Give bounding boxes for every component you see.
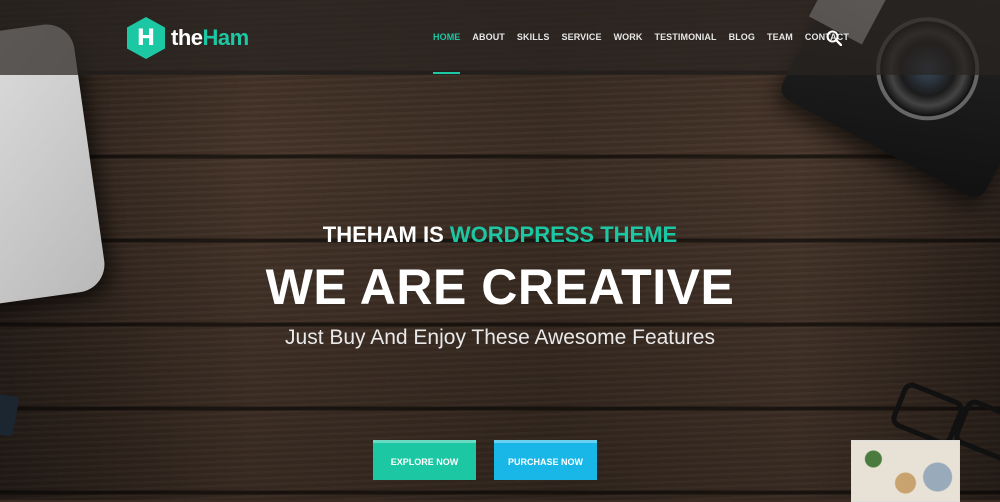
main-nav: HOME ABOUT SKILLS SERVICE WORK TESTIMONI… [433,31,861,74]
eyebrow-accent: WORDPRESS THEME [449,222,678,247]
purchase-now-button[interactable]: PURCHASE NOW [494,440,597,480]
search-icon[interactable] [826,30,842,46]
nav-service[interactable]: SERVICE [562,31,602,43]
nav-work[interactable]: WORK [614,31,643,43]
desk-photo-decoration [851,440,960,502]
logo-text: theHam [171,25,249,51]
explore-now-button[interactable]: EXPLORE NOW [373,440,476,480]
logo-letter: H [136,25,156,51]
nav-skills[interactable]: SKILLS [517,31,550,43]
logo-text-part1: the [171,25,203,50]
hero-subheadline: Just Buy And Enjoy These Awesome Feature… [285,326,715,349]
nav-team[interactable]: TEAM [767,31,793,43]
site-logo[interactable]: H theHam [127,17,249,59]
nav-blog[interactable]: BLOG [729,31,755,43]
nav-testimonial[interactable]: TESTIMONIAL [654,31,716,43]
nav-about[interactable]: ABOUT [472,31,505,43]
logo-text-part2: Ham [202,25,250,50]
logo-hexagon-icon: H [127,17,165,59]
hero-headline: WE ARE CREATIVE [265,259,735,315]
top-navigation-bar: H theHam HOME ABOUT SKILLS SERVICE WORK … [0,0,1000,75]
nav-home[interactable]: HOME [433,31,461,74]
hero-eyebrow: THEHAM IS WORDPRESS THEME [0,222,1000,248]
eyebrow-prefix: THEHAM IS [322,222,450,247]
